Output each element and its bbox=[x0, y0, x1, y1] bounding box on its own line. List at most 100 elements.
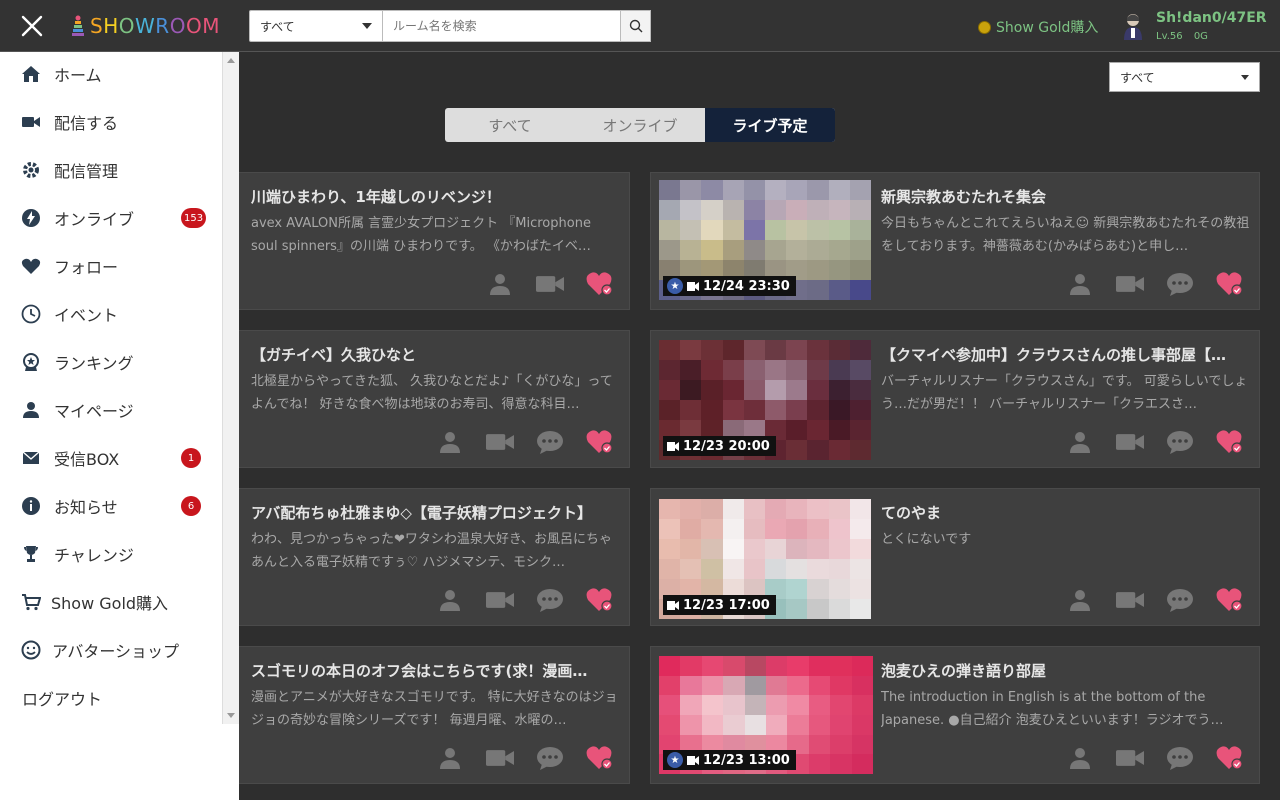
room-card[interactable]: ★ 12/23 13:00 泡麦ひえの弾き語り部屋 The introducti… bbox=[650, 646, 1260, 784]
video-button[interactable] bbox=[1116, 429, 1144, 455]
scheduled-time-badge: ★ 12/23 13:00 bbox=[663, 750, 796, 770]
profile-button[interactable] bbox=[436, 587, 464, 613]
room-title[interactable]: スゴモリの本日のオフ会はこちらです(求！漫画… bbox=[251, 660, 621, 681]
video-button[interactable] bbox=[486, 429, 514, 455]
follow-button[interactable] bbox=[586, 587, 614, 613]
filter-select[interactable]: すべて bbox=[1109, 62, 1260, 92]
sidebar-item-event[interactable]: イベント bbox=[0, 292, 222, 336]
follow-button[interactable] bbox=[586, 745, 614, 771]
search-icon bbox=[629, 19, 642, 33]
room-title[interactable]: 【ガチイベ】久我ひなと bbox=[251, 344, 621, 365]
avatar-icon bbox=[1124, 14, 1142, 40]
video-button[interactable] bbox=[486, 587, 514, 613]
logo-mark-icon bbox=[72, 15, 84, 36]
room-card[interactable]: アバ配布ちゅ杜雅まゆ◇【電子妖精プロジェクト】 わわ、見つかっちゃった❤ワタシわ… bbox=[180, 488, 630, 626]
room-card[interactable]: 12/23 20:00 【クマイベ参加中】クラウスさんの推し事部屋【… バーチャ… bbox=[650, 330, 1260, 468]
comment-button[interactable] bbox=[536, 745, 564, 771]
mail-icon bbox=[20, 447, 42, 469]
follow-button[interactable] bbox=[1216, 745, 1244, 771]
close-menu-button[interactable] bbox=[18, 12, 46, 40]
gear-icon bbox=[20, 159, 42, 181]
sidebar-item-avatar-shop[interactable]: アバターショップ bbox=[0, 628, 222, 672]
sidebar-item-ranking[interactable]: ランキング bbox=[0, 340, 222, 384]
search-category-select[interactable]: すべて bbox=[249, 10, 383, 42]
comment-button[interactable] bbox=[536, 429, 564, 455]
profile-button[interactable] bbox=[486, 271, 514, 297]
dropdown-arrow-icon bbox=[1241, 74, 1249, 80]
person-icon bbox=[490, 274, 510, 295]
video-button[interactable] bbox=[1116, 587, 1144, 613]
video-camera-icon bbox=[1116, 276, 1144, 292]
comment-button[interactable] bbox=[1166, 271, 1194, 297]
search-button[interactable] bbox=[621, 10, 651, 42]
user-name[interactable]: Sh!dan0/47ER bbox=[1156, 10, 1267, 26]
room-title[interactable]: 泡麦ひえの弾き語り部屋 bbox=[881, 660, 1251, 681]
sidebar-item-news[interactable]: お知らせ 6 bbox=[0, 484, 222, 528]
avatar[interactable] bbox=[1120, 12, 1146, 40]
profile-button[interactable] bbox=[436, 745, 464, 771]
sidebar-item-show-gold[interactable]: Show Gold購入 bbox=[0, 580, 222, 624]
tab-scheduled[interactable]: ライブ予定 bbox=[705, 108, 835, 142]
video-button[interactable] bbox=[1116, 271, 1144, 297]
room-thumbnail[interactable]: ★ 12/24 23:30 bbox=[659, 180, 871, 300]
room-card[interactable]: 【ガチイベ】久我ひなと 北極星からやってきた狐、 久我ひなとだよ♪「くがひな」っ… bbox=[180, 330, 630, 468]
comment-button[interactable] bbox=[1166, 587, 1194, 613]
room-thumbnail[interactable]: 12/23 17:00 bbox=[659, 499, 871, 619]
tab-onlive[interactable]: オンライブ bbox=[575, 108, 705, 142]
profile-button[interactable] bbox=[1066, 745, 1094, 771]
sidebar-item-inbox[interactable]: 受信BOX 1 bbox=[0, 436, 222, 480]
search-input[interactable] bbox=[383, 10, 621, 42]
video-button[interactable] bbox=[486, 745, 514, 771]
sidebar-item-onlive[interactable]: オンライブ 153 bbox=[0, 196, 222, 240]
comment-button[interactable] bbox=[1166, 745, 1194, 771]
video-camera-icon bbox=[486, 750, 514, 766]
scroll-down-arrow-icon[interactable] bbox=[227, 713, 235, 718]
logout-button[interactable]: ログアウト bbox=[0, 676, 222, 720]
sidebar-scrollbar[interactable] bbox=[222, 52, 239, 724]
follow-button[interactable] bbox=[1216, 429, 1244, 455]
room-card[interactable]: 川端ひまわり、1年越しのリベンジ！ avex AVALON所属 言霊少女プロジェ… bbox=[180, 172, 630, 310]
info-icon bbox=[20, 495, 42, 517]
profile-button[interactable] bbox=[1066, 587, 1094, 613]
profile-button[interactable] bbox=[1066, 271, 1094, 297]
scroll-up-arrow-icon[interactable] bbox=[227, 58, 235, 63]
room-card[interactable]: スゴモリの本日のオフ会はこちらです(求！漫画… 漫画とアニメが大好きなスゴモリで… bbox=[180, 646, 630, 784]
sidebar-item-home[interactable]: ホーム bbox=[0, 52, 222, 96]
show-gold-label: Show Gold購入 bbox=[996, 20, 1099, 36]
follow-button[interactable] bbox=[1216, 271, 1244, 297]
comment-button[interactable] bbox=[1166, 429, 1194, 455]
room-card[interactable]: ★ 12/24 23:30 新興宗教あむたれそ集会 今日もちゃんとこれてえらいね… bbox=[650, 172, 1260, 310]
follow-button[interactable] bbox=[586, 271, 614, 297]
profile-button[interactable] bbox=[436, 429, 464, 455]
sidebar-menu: ホーム 配信する 配信管理 オンライブ 153 フォロー イベント ランキング … bbox=[0, 52, 222, 800]
tab-all[interactable]: すべて bbox=[445, 108, 575, 142]
sidebar-item-follow[interactable]: フォロー bbox=[0, 244, 222, 288]
comment-button[interactable] bbox=[536, 587, 564, 613]
profile-button[interactable] bbox=[1066, 429, 1094, 455]
room-title[interactable]: 新興宗教あむたれそ集会 bbox=[881, 186, 1251, 207]
card-actions bbox=[486, 271, 614, 297]
sidebar-item-broadcast[interactable]: 配信する bbox=[0, 100, 222, 144]
card-actions bbox=[436, 587, 614, 613]
showroom-logo[interactable]: SHOWROOM bbox=[70, 12, 220, 40]
room-title[interactable]: てのやま bbox=[881, 502, 1251, 523]
sidebar-item-mypage[interactable]: マイページ bbox=[0, 388, 222, 432]
video-camera-icon bbox=[1116, 750, 1144, 766]
room-title[interactable]: 【クマイベ参加中】クラウスさんの推し事部屋【… bbox=[881, 344, 1251, 365]
video-camera-icon bbox=[1116, 434, 1144, 450]
scheduled-time-badge: ★ 12/24 23:30 bbox=[663, 276, 796, 296]
room-thumbnail[interactable]: ★ 12/23 13:00 bbox=[659, 656, 873, 774]
video-button[interactable] bbox=[1116, 745, 1144, 771]
follow-button[interactable] bbox=[1216, 587, 1244, 613]
video-button[interactable] bbox=[536, 271, 564, 297]
room-title[interactable]: アバ配布ちゅ杜雅まゆ◇【電子妖精プロジェクト】 bbox=[251, 502, 621, 523]
room-card[interactable]: 12/23 17:00 てのやま とくにないです bbox=[650, 488, 1260, 626]
follow-button[interactable] bbox=[586, 429, 614, 455]
room-title[interactable]: 川端ひまわり、1年越しのリベンジ！ bbox=[251, 186, 621, 207]
sidebar-item-manage[interactable]: 配信管理 bbox=[0, 148, 222, 192]
room-thumbnail[interactable]: 12/23 20:00 bbox=[659, 340, 871, 460]
coin-icon bbox=[978, 20, 991, 34]
show-gold-link[interactable]: Show Gold購入 bbox=[978, 17, 1098, 37]
sidebar-item-challenge[interactable]: チャレンジ bbox=[0, 532, 222, 576]
clock-icon bbox=[20, 303, 42, 325]
